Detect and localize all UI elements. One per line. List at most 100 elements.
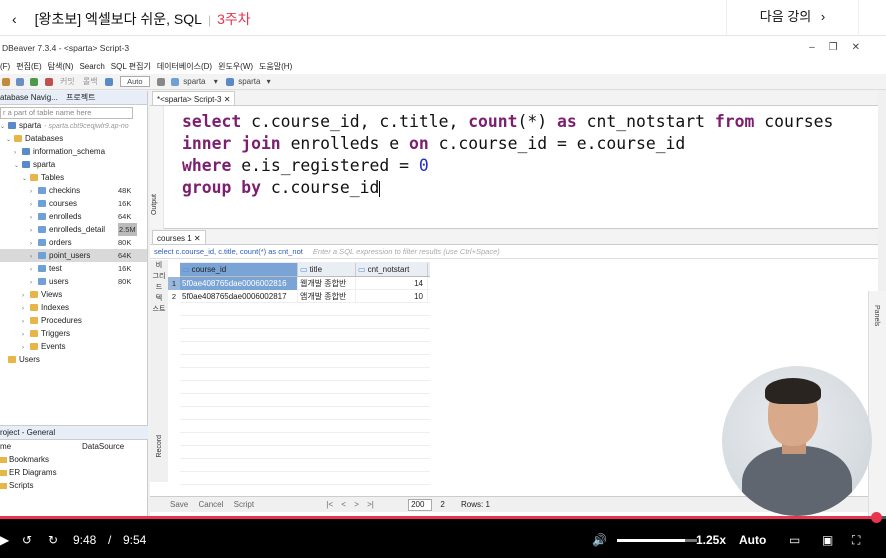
tree-node[interactable]: › Triggers: [0, 327, 147, 340]
play-icon[interactable]: ▶: [0, 526, 9, 554]
tree-node[interactable]: › Procedures: [0, 314, 147, 327]
output-label[interactable]: Output: [151, 194, 158, 215]
sql-code[interactable]: select c.course_id, c.title, count(*) as…: [182, 111, 833, 199]
menu-item[interactable]: 데이터베이스(D): [157, 62, 212, 71]
volume-icon[interactable]: 🔊: [592, 526, 607, 554]
view-mode-tab[interactable]: 스트: [150, 304, 168, 315]
tab-database-navigator[interactable]: atabase Navig...: [0, 93, 58, 102]
tree-node[interactable]: › checkins 48K: [0, 184, 147, 197]
tree-node[interactable]: › Indexes: [0, 301, 147, 314]
tree-node[interactable]: › courses 16K: [0, 197, 147, 210]
last-page-icon[interactable]: >|: [367, 500, 374, 509]
tab-projects[interactable]: 프로젝트: [66, 93, 95, 102]
close-icon[interactable]: ✕: [194, 234, 201, 243]
row-number[interactable]: 2: [168, 290, 180, 303]
fullscreen-icon[interactable]: ⛶: [852, 526, 860, 554]
menu-item[interactable]: (F): [0, 62, 10, 71]
view-mode-tab[interactable]: 텍: [150, 293, 168, 304]
prev-page-icon[interactable]: <: [341, 500, 346, 509]
tree-node[interactable]: › enrolleds_detail 2.5M: [0, 223, 147, 236]
connect-icon[interactable]: [30, 77, 39, 86]
menu-item[interactable]: 도움말(H): [259, 62, 292, 71]
quality-select[interactable]: Auto: [739, 526, 766, 554]
grid-cell[interactable]: 14: [356, 277, 428, 290]
menu-item[interactable]: 편집(E): [16, 62, 41, 71]
tree-node[interactable]: › users 80K: [0, 275, 147, 288]
new-connection-icon[interactable]: [2, 77, 10, 86]
table-row[interactable]: 5f0ae408765dae0006002816 웹개발 종합반 14: [180, 277, 430, 290]
grid-cell[interactable]: 5f0ae408765dae0006002817: [180, 290, 298, 303]
tree-node[interactable]: › Views: [0, 288, 147, 301]
folder-icon: [30, 304, 38, 312]
next-page-icon[interactable]: >: [354, 500, 359, 509]
grid-cell[interactable]: 5f0ae408765dae0006002816: [180, 277, 298, 290]
chevron-down-icon[interactable]: ▾: [214, 77, 218, 86]
refresh-icon[interactable]: [156, 77, 165, 86]
project-item[interactable]: Scripts: [0, 479, 148, 492]
back-arrow-icon[interactable]: ‹: [12, 11, 17, 27]
cancel-button[interactable]: Cancel: [198, 500, 223, 509]
tree-node[interactable]: › orders 80K: [0, 236, 147, 249]
view-mode-tab[interactable]: 비: [150, 260, 168, 271]
project-item[interactable]: ER Diagrams: [0, 466, 148, 479]
results-filter-input[interactable]: Enter a SQL expression to filter results…: [313, 247, 500, 256]
rewind-10-icon[interactable]: ↺: [22, 526, 32, 554]
project-item[interactable]: Bookmarks: [0, 453, 148, 466]
tab-courses-1[interactable]: courses 1 ✕: [152, 230, 206, 244]
disconnect-icon[interactable]: [44, 77, 53, 86]
tree-node[interactable]: › enrolleds 64K: [0, 210, 147, 223]
column-header[interactable]: ▭ title: [298, 263, 356, 276]
tree-node[interactable]: ⌄ Tables: [0, 171, 147, 184]
chevron-down-icon[interactable]: ▾: [267, 77, 271, 86]
tree-node[interactable]: › test 16K: [0, 262, 147, 275]
pip-icon[interactable]: ▣: [822, 526, 833, 554]
record-toggle[interactable]: Record: [154, 435, 165, 458]
save-button[interactable]: Save: [170, 500, 188, 509]
progress-handle[interactable]: [871, 512, 883, 523]
active-schema-select[interactable]: sparta: [238, 77, 260, 86]
tree-node[interactable]: ⌄ sparta - sparta.cbt9ceqjwlr9.ap-no: [0, 119, 147, 132]
view-mode-tab[interactable]: 그리드: [150, 271, 168, 293]
script-button[interactable]: Script: [234, 500, 254, 509]
commit-button[interactable]: 커밋: [60, 77, 75, 86]
transaction-icon[interactable]: [104, 77, 113, 86]
menu-item[interactable]: 탐색(N): [48, 62, 74, 71]
sql-editor-icon[interactable]: [16, 77, 25, 86]
tree-node[interactable]: › information_schema: [0, 145, 147, 158]
editor-gutter: Output: [150, 106, 164, 229]
close-icon[interactable]: ✕: [852, 42, 874, 53]
table-row[interactable]: 5f0ae408765dae0006002817 앱개발 종합반 10: [180, 290, 430, 303]
grid-cell[interactable]: 웹개발 종합반: [298, 277, 356, 290]
transaction-mode-select[interactable]: Auto: [120, 76, 150, 88]
tree-node[interactable]: Users: [0, 353, 147, 366]
volume-slider[interactable]: [617, 539, 697, 542]
close-icon[interactable]: ✕: [224, 95, 231, 104]
tab-script-3[interactable]: *<sparta> Script-3 ✕: [152, 91, 236, 105]
menu-item[interactable]: Search: [79, 62, 104, 71]
column-header[interactable]: ▭ course_id: [180, 263, 298, 276]
playback-speed[interactable]: 1.25x: [696, 526, 726, 554]
active-connection-select[interactable]: sparta: [183, 77, 205, 86]
panels-label[interactable]: Panels: [873, 305, 880, 326]
first-page-icon[interactable]: |<: [326, 500, 333, 509]
tree-node[interactable]: ⌄ sparta: [0, 158, 147, 171]
menu-item[interactable]: SQL 편집기: [111, 62, 151, 71]
subtitles-icon[interactable]: ▭: [789, 526, 800, 554]
tree-node[interactable]: ⌄ Databases: [0, 132, 147, 145]
minimize-icon[interactable]: –: [809, 42, 829, 53]
maximize-icon[interactable]: ❐: [829, 42, 852, 53]
column-header[interactable]: ▭ cnt_notstart: [356, 263, 428, 276]
grid-cell[interactable]: 앱개발 종합반: [298, 290, 356, 303]
fetch-size-input[interactable]: 200: [408, 498, 433, 511]
table-filter-input[interactable]: r a part of table name here: [0, 107, 133, 119]
next-lesson-button[interactable]: 다음 강의 ›: [726, 0, 859, 36]
row-number[interactable]: 1: [168, 277, 180, 290]
video-progress-bar[interactable]: [0, 512, 886, 523]
rollback-button[interactable]: 롤백: [83, 77, 98, 86]
grid-header: ▭ course_id ▭ title ▭ cnt_notstart: [180, 262, 430, 277]
forward-10-icon[interactable]: ↻: [48, 526, 58, 554]
tree-node[interactable]: › Events: [0, 340, 147, 353]
tree-node[interactable]: › point_users 64K: [0, 249, 147, 262]
grid-cell[interactable]: 10: [356, 290, 428, 303]
menu-item[interactable]: 윈도우(W): [218, 62, 253, 71]
